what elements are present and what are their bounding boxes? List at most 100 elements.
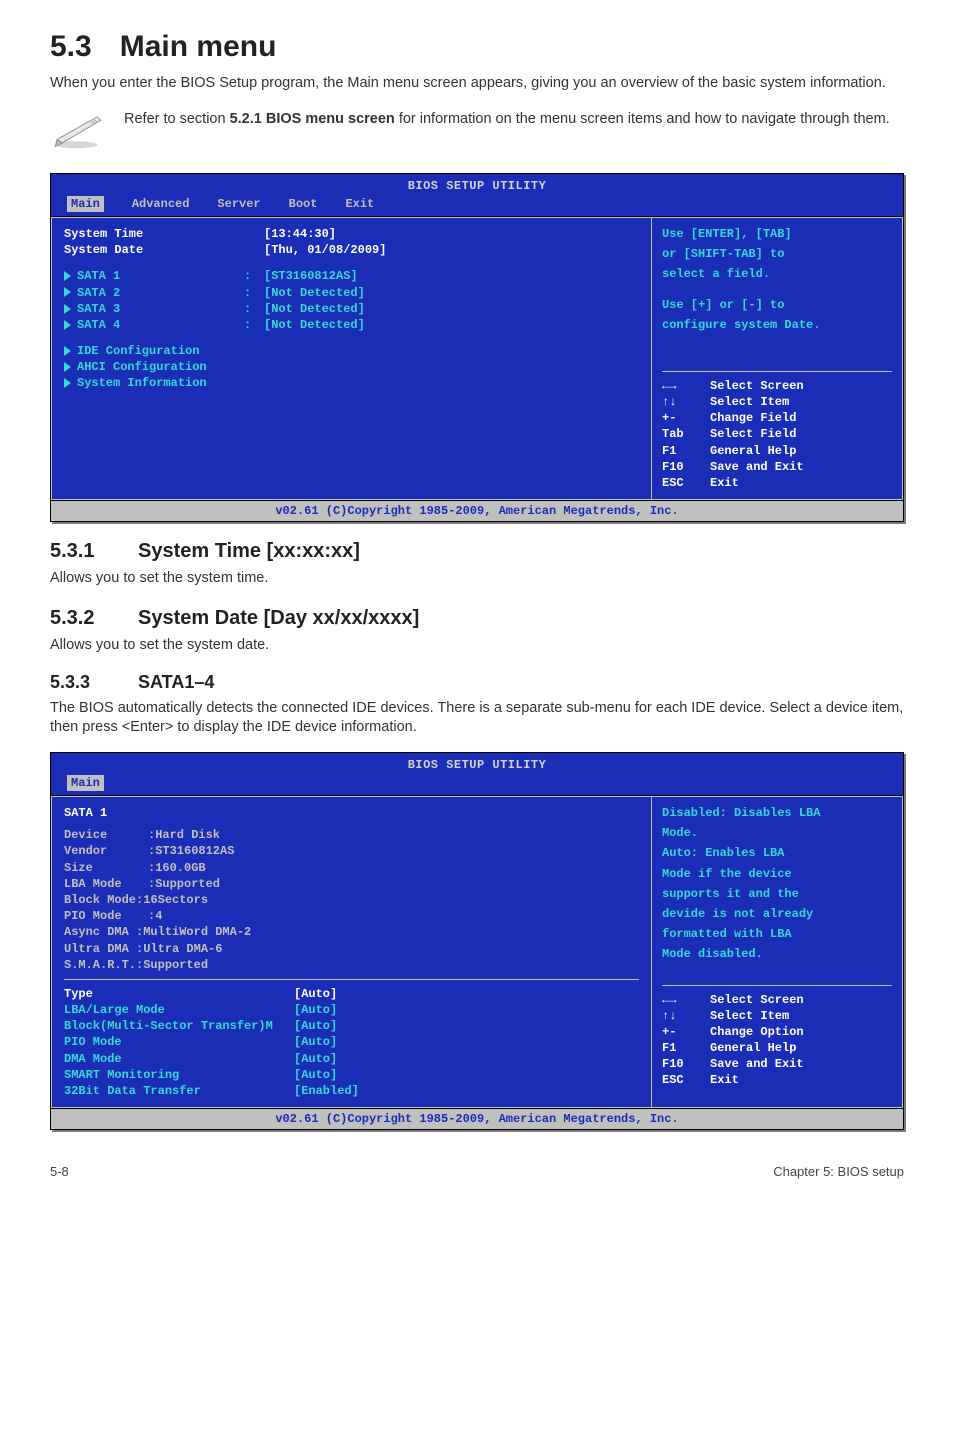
hint-key: ↑↓: [662, 1008, 710, 1024]
triangle-icon: [64, 320, 71, 330]
tab-exit[interactable]: Exit: [345, 196, 374, 212]
label-sata1: SATA 1: [77, 269, 120, 283]
triangle-icon: [64, 362, 71, 372]
hint-block: ←→Select Screen ↑↓Select Item +-Change O…: [662, 985, 892, 1089]
help-line: Auto: Enables LBA: [662, 845, 892, 861]
tab-server[interactable]: Server: [217, 196, 260, 212]
row-32bit[interactable]: 32Bit Data Transfer[Enabled]: [64, 1083, 639, 1099]
label-system-info: System Information: [77, 376, 207, 390]
hint-desc: Change Option: [710, 1024, 892, 1040]
help-line: supports it and the: [662, 886, 892, 902]
row-sata-2[interactable]: SATA 2 : [Not Detected]: [64, 285, 639, 301]
triangle-icon: [64, 378, 71, 388]
note-text: Refer to section 5.2.1 BIOS menu screen …: [124, 108, 904, 130]
label-sata2: SATA 2: [77, 286, 120, 300]
bios-footer: v02.61 (C)Copyright 1985-2009, American …: [51, 1108, 903, 1129]
bios-panel-sata: BIOS SETUP UTILITY Main SATA 1 Device:Ha…: [50, 752, 904, 1131]
subheading-531: 5.3.1System Time [xx:xx:xx]: [50, 540, 904, 563]
sub-title: System Date [Day xx/xx/xxxx]: [138, 607, 419, 629]
hint-desc: Select Screen: [710, 992, 892, 1008]
tab-advanced[interactable]: Advanced: [132, 196, 190, 212]
row-type[interactable]: Type[Auto]: [64, 986, 639, 1002]
value-sata3: [Not Detected]: [264, 301, 639, 317]
value-system-time: [13:44:30]: [264, 226, 639, 242]
hint-key: +-: [662, 1024, 710, 1040]
row-system-time[interactable]: System Time [13:44:30]: [64, 226, 639, 242]
subheading-532: 5.3.2System Date [Day xx/xx/xxxx]: [50, 607, 904, 630]
row-sata-3[interactable]: SATA 3 : [Not Detected]: [64, 301, 639, 317]
info-line: Device:Hard Disk: [64, 827, 639, 843]
note-bold: 5.2.1 BIOS menu screen: [230, 111, 395, 127]
row-dma-mode[interactable]: DMA Mode[Auto]: [64, 1051, 639, 1067]
hint-desc: Exit: [710, 475, 892, 491]
sub-title: System Time [xx:xx:xx]: [138, 540, 360, 562]
hint-desc: Select Item: [710, 394, 892, 410]
section-heading: 5.3 Main menu: [50, 30, 904, 64]
tab-boot[interactable]: Boot: [289, 196, 318, 212]
row-ide-config[interactable]: IDE Configuration: [64, 343, 639, 359]
help-line: or [SHIFT-TAB] to: [662, 246, 892, 262]
hint-desc: Select Field: [710, 426, 892, 442]
row-block-transfer[interactable]: Block(Multi-Sector Transfer)M[Auto]: [64, 1018, 639, 1034]
info-line: Async DMA :MultiWord DMA-2: [64, 924, 639, 940]
info-line: S.M.A.R.T.:Supported: [64, 957, 639, 973]
note-prefix: Refer to section: [124, 111, 230, 127]
label-sata4: SATA 4: [77, 318, 120, 332]
hint-key: F10: [662, 459, 710, 475]
info-line: Size:160.0GB: [64, 860, 639, 876]
row-pio-mode[interactable]: PIO Mode[Auto]: [64, 1034, 639, 1050]
row-sata-1[interactable]: SATA 1 : [ST3160812AS]: [64, 268, 639, 284]
help-line: Mode disabled.: [662, 946, 892, 962]
hint-desc: Exit: [710, 1072, 892, 1088]
value-sata1: [ST3160812AS]: [264, 268, 639, 284]
help-line: formatted with LBA: [662, 926, 892, 942]
bios-left-pane: System Time [13:44:30] System Date [Thu,…: [51, 217, 651, 500]
info-line: PIO Mode:4: [64, 908, 639, 924]
page-footer: 5-8 Chapter 5: BIOS setup: [50, 1164, 904, 1179]
row-lba-large[interactable]: LBA/Large Mode[Auto]: [64, 1002, 639, 1018]
hint-key: F1: [662, 1040, 710, 1056]
intro-paragraph: When you enter the BIOS Setup program, t…: [50, 74, 904, 94]
hint-desc: Save and Exit: [710, 459, 892, 475]
info-line: Ultra DMA :Ultra DMA-6: [64, 941, 639, 957]
label-system-time: System Time: [64, 226, 244, 242]
info-line: LBA Mode:Supported: [64, 876, 639, 892]
hint-key: ↑↓: [662, 394, 710, 410]
hint-key: F1: [662, 443, 710, 459]
info-line: Block Mode:16Sectors: [64, 892, 639, 908]
triangle-icon: [64, 304, 71, 314]
help-line: Disabled: Disables LBA: [662, 805, 892, 821]
section-title-text: Main menu: [120, 30, 277, 63]
triangle-icon: [64, 271, 71, 281]
bios-right-pane: Use [ENTER], [TAB] or [SHIFT-TAB] to sel…: [651, 217, 903, 500]
hint-key: ←→: [662, 992, 710, 1008]
bios-tabs: Main: [51, 773, 903, 795]
bios-right-pane: Disabled: Disables LBA Mode. Auto: Enabl…: [651, 796, 903, 1108]
row-ahci-config[interactable]: AHCI Configuration: [64, 359, 639, 375]
note-icon: [50, 108, 106, 155]
hint-desc: Select Screen: [710, 378, 892, 394]
sub-body: Allows you to set the system time.: [50, 569, 904, 589]
page-number: 5-8: [50, 1164, 69, 1179]
hint-desc: Change Field: [710, 410, 892, 426]
hint-block: ←→Select Screen ↑↓Select Item +-Change F…: [662, 371, 892, 491]
sub-num: 5.3.3: [50, 672, 138, 693]
tab-main[interactable]: Main: [67, 196, 104, 212]
help-line: devide is not already: [662, 906, 892, 922]
section-number: 5.3: [50, 30, 92, 63]
help-line: configure system Date.: [662, 317, 892, 333]
hint-desc: Select Item: [710, 1008, 892, 1024]
bios-left-pane: SATA 1 Device:Hard Disk Vendor:ST3160812…: [51, 796, 651, 1108]
row-smart[interactable]: SMART Monitoring[Auto]: [64, 1067, 639, 1083]
row-sata-4[interactable]: SATA 4 : [Not Detected]: [64, 317, 639, 333]
sub-body: Allows you to set the system date.: [50, 636, 904, 656]
tab-main[interactable]: Main: [67, 775, 104, 791]
row-system-info[interactable]: System Information: [64, 375, 639, 391]
row-system-date[interactable]: System Date [Thu, 01/08/2009]: [64, 242, 639, 258]
hint-desc: General Help: [710, 1040, 892, 1056]
value-sata2: [Not Detected]: [264, 285, 639, 301]
bios-panel-main: BIOS SETUP UTILITY MainAdvancedServerBoo…: [50, 173, 904, 523]
help-line: Use [ENTER], [TAB]: [662, 226, 892, 242]
hint-key: ESC: [662, 475, 710, 491]
separator: [64, 979, 639, 980]
